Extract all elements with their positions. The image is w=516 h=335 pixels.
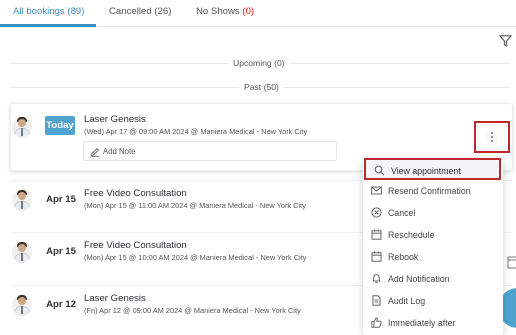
document-icon (372, 295, 381, 306)
service-title: Free Video Consultation (84, 240, 187, 251)
bell-icon (372, 274, 381, 284)
date-badge: Apr 15 (46, 194, 76, 205)
service-title: Free Video Consultation (84, 188, 187, 199)
tab-all-bookings[interactable]: All bookings (89) (13, 6, 84, 17)
calendar-icon (371, 251, 382, 262)
filter-icon[interactable] (499, 35, 512, 47)
menu-item-immediately-after[interactable]: Immediately after (363, 312, 503, 334)
date-badge: Apr 12 (46, 299, 76, 310)
menu-item-label: Cancel (388, 208, 416, 218)
calendar-icon[interactable] (507, 255, 516, 269)
menu-item-label: Reschedule (388, 230, 435, 240)
booking-details: (Mon) Apr 15 @ 11:00 AM 2024 @ Maniera M… (84, 201, 306, 210)
thumbs-up-icon (371, 317, 382, 328)
past-header: Past (50) (239, 82, 284, 92)
booking-tabs: All bookings (89) Cancelled (26) No Show… (0, 0, 516, 27)
menu-item-rebook[interactable]: Rebook (363, 246, 503, 268)
avatar (12, 241, 32, 263)
menu-item-audit-log[interactable]: Audit Log (363, 290, 503, 312)
avatar (12, 294, 32, 316)
tab-no-shows-label: No Shows (196, 6, 240, 17)
booking-actions-menu: View appointment Resend Confirmation Can… (363, 158, 503, 335)
tab-no-shows[interactable]: No Shows (0) (196, 6, 254, 17)
tab-cancelled[interactable]: Cancelled (26) (109, 6, 171, 17)
menu-item-reschedule[interactable]: Reschedule (363, 224, 503, 246)
menu-item-cancel[interactable]: Cancel (363, 202, 503, 224)
service-title: Laser Genesis (84, 114, 146, 125)
add-note-field[interactable]: Add Note (83, 141, 337, 161)
booking-details: (Fri) Apr 12 @ 09:00 AM 2024 @ Maniera M… (84, 306, 301, 315)
service-title: Laser Genesis (84, 293, 146, 304)
menu-item-resend-confirmation[interactable]: Resend Confirmation (363, 180, 503, 202)
menu-item-add-notification[interactable]: Add Notification (363, 268, 503, 290)
avatar (12, 116, 32, 138)
kebab-menu-icon[interactable] (486, 129, 498, 145)
menu-item-label: Add Notification (388, 274, 450, 284)
menu-item-label: Rebook (388, 252, 419, 262)
upcoming-header: Upcoming (0) (228, 58, 290, 68)
search-icon (374, 165, 385, 176)
more-options-highlight (474, 121, 510, 153)
booking-details: (Wed) Apr 17 @ 09:00 AM 2024 @ Maniera M… (84, 127, 308, 136)
menu-item-label: Audit Log (388, 296, 426, 306)
no-shows-count: (0) (242, 6, 255, 17)
mail-icon (371, 186, 382, 195)
pencil-icon (90, 147, 100, 157)
active-tab-indicator (0, 24, 96, 27)
cancel-circle-icon (371, 207, 382, 218)
add-note-label: Add Note (103, 147, 136, 156)
calendar-icon (371, 229, 382, 240)
date-badge: Today (45, 116, 75, 135)
menu-item-label: Immediately after (388, 318, 456, 328)
booking-details: (Mon) Apr 15 @ 10:00 AM 2024 @ Maniera M… (84, 253, 307, 262)
date-badge: Apr 15 (46, 246, 76, 257)
avatar (12, 189, 32, 211)
menu-item-label: Resend Confirmation (388, 186, 471, 196)
menu-item-view-appointment[interactable]: View appointment (364, 158, 501, 180)
menu-item-label: View appointment (391, 166, 461, 176)
